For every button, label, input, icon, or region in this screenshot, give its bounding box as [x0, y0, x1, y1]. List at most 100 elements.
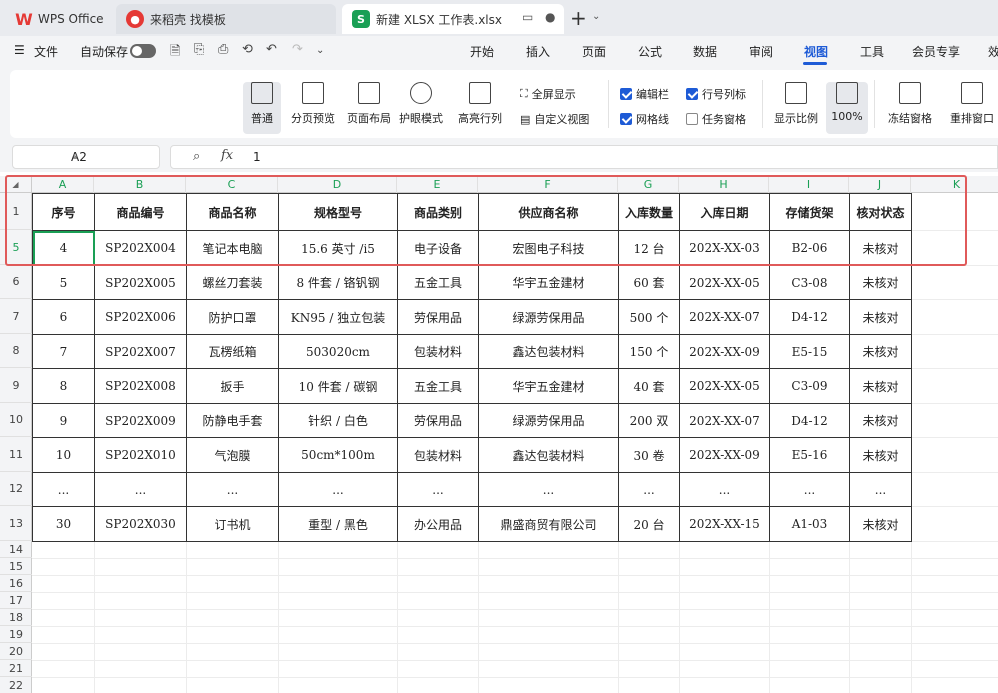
- table-cell[interactable]: SP202X006: [94, 299, 187, 335]
- row-header-8[interactable]: 8: [0, 334, 32, 368]
- table-cell[interactable]: 未核对: [849, 265, 912, 300]
- table-cell[interactable]: 202X-XX-09: [679, 334, 770, 369]
- row-header-11[interactable]: 11: [0, 437, 32, 472]
- row-header-6[interactable]: 6: [0, 265, 32, 299]
- table-cell[interactable]: 鑫达包装材料: [478, 437, 619, 473]
- table-cell[interactable]: 办公用品: [397, 506, 479, 542]
- zoom-ratio-button[interactable]: 显示比例: [772, 82, 820, 134]
- table-cell[interactable]: 瓦楞纸箱: [186, 334, 279, 369]
- table-cell[interactable]: D4-12: [769, 403, 850, 438]
- table-cell[interactable]: 8: [32, 368, 95, 404]
- gridlines-checkbox[interactable]: 网格线: [620, 111, 669, 127]
- table-cell[interactable]: ...: [679, 472, 770, 507]
- undo-icon[interactable]: ↶: [266, 42, 277, 57]
- menu-home[interactable]: 开始: [470, 43, 494, 60]
- table-cell[interactable]: 9: [32, 403, 95, 438]
- table-cell[interactable]: 防护口罩: [186, 299, 279, 335]
- quick-access-chevron-icon[interactable]: ⌄: [316, 45, 324, 56]
- table-cell[interactable]: 202X-XX-05: [679, 265, 770, 300]
- table-cell[interactable]: 10 件套 / 碳钢: [278, 368, 398, 404]
- table-cell[interactable]: ...: [32, 472, 95, 507]
- autosave-toggle[interactable]: [130, 44, 156, 58]
- table-cell[interactable]: 绿源劳保用品: [478, 403, 619, 438]
- table-cell[interactable]: 500 个: [618, 299, 680, 335]
- chevron-down-icon[interactable]: ⌄: [71, 149, 153, 160]
- table-cell[interactable]: ...: [278, 472, 398, 507]
- menu-view[interactable]: 视图: [804, 43, 828, 60]
- menu-file[interactable]: 文件: [34, 43, 58, 60]
- table-cell[interactable]: 未核对: [849, 403, 912, 438]
- table-cell[interactable]: 60 套: [618, 265, 680, 300]
- table-cell[interactable]: 5: [32, 265, 95, 300]
- table-cell[interactable]: SP202X010: [94, 437, 187, 473]
- tab-close-icon[interactable]: ●: [545, 10, 555, 24]
- table-cell[interactable]: 螺丝刀套装: [186, 265, 279, 300]
- redo-icon[interactable]: ↷: [292, 42, 303, 57]
- table-cell[interactable]: D4-12: [769, 299, 850, 335]
- table-cell[interactable]: 防静电手套: [186, 403, 279, 438]
- table-cell[interactable]: 150 个: [618, 334, 680, 369]
- table-cell[interactable]: 未核对: [849, 299, 912, 335]
- table-cell[interactable]: ...: [618, 472, 680, 507]
- table-cell[interactable]: SP202X009: [94, 403, 187, 438]
- table-cell[interactable]: 订书机: [186, 506, 279, 542]
- zoom-100-button[interactable]: 100%: [826, 82, 868, 134]
- table-cell[interactable]: 10: [32, 437, 95, 473]
- table-cell[interactable]: 未核对: [849, 506, 912, 542]
- row-header-17[interactable]: 17: [0, 592, 32, 609]
- table-cell[interactable]: 30 卷: [618, 437, 680, 473]
- tab-wps-office[interactable]: W WPS Office: [6, 4, 110, 34]
- table-cell[interactable]: 202X-XX-07: [679, 299, 770, 335]
- table-cell[interactable]: 五金工具: [397, 368, 479, 404]
- formula-input[interactable]: ⌕ fx 1: [170, 145, 998, 169]
- row-header-9[interactable]: 9: [0, 368, 32, 403]
- task-pane-checkbox[interactable]: 任务窗格: [686, 111, 746, 127]
- page-break-preview-button[interactable]: 分页预览: [290, 82, 336, 134]
- table-cell[interactable]: 6: [32, 299, 95, 335]
- table-cell[interactable]: 202X-XX-15: [679, 506, 770, 542]
- row-header-21[interactable]: 21: [0, 660, 32, 677]
- table-cell[interactable]: 202X-XX-09: [679, 437, 770, 473]
- table-cell[interactable]: ...: [186, 472, 279, 507]
- table-cell[interactable]: 503020cm: [278, 334, 398, 369]
- table-cell[interactable]: A1-03: [769, 506, 850, 542]
- table-cell[interactable]: SP202X005: [94, 265, 187, 300]
- table-cell[interactable]: 40 套: [618, 368, 680, 404]
- print-preview-icon[interactable]: ⟲: [242, 42, 253, 57]
- new-tab-plus-icon[interactable]: +: [570, 6, 587, 30]
- menu-insert[interactable]: 插入: [526, 43, 550, 60]
- table-cell[interactable]: 202X-XX-05: [679, 368, 770, 404]
- row-header-12[interactable]: 12: [0, 472, 32, 506]
- menu-review[interactable]: 审阅: [749, 43, 773, 60]
- fx-icon[interactable]: fx: [221, 148, 233, 163]
- row-header-15[interactable]: 15: [0, 558, 32, 575]
- table-cell[interactable]: 未核对: [849, 437, 912, 473]
- freeze-panes-button[interactable]: 冻结窗格: [882, 82, 938, 134]
- window-restore-icon[interactable]: ▭: [522, 10, 533, 24]
- rearrange-window-button[interactable]: 重排窗口: [946, 82, 998, 134]
- custom-view-button[interactable]: ▤ 自定义视图: [520, 111, 589, 127]
- menu-page[interactable]: 页面: [582, 43, 606, 60]
- normal-view-button[interactable]: 普通: [243, 82, 281, 134]
- table-cell[interactable]: C3-08: [769, 265, 850, 300]
- menu-data[interactable]: 数据: [693, 43, 717, 60]
- table-cell[interactable]: 华宇五金建材: [478, 265, 619, 300]
- tab-template[interactable]: ● 来稻壳 找模板: [116, 4, 336, 34]
- row-header-7[interactable]: 7: [0, 299, 32, 334]
- table-cell[interactable]: 鑫达包装材料: [478, 334, 619, 369]
- row-header-20[interactable]: 20: [0, 643, 32, 660]
- print-icon[interactable]: ⎙: [218, 42, 228, 57]
- row-header-19[interactable]: 19: [0, 626, 32, 643]
- table-cell[interactable]: 华宇五金建材: [478, 368, 619, 404]
- table-cell[interactable]: SP202X008: [94, 368, 187, 404]
- menu-formula[interactable]: 公式: [638, 43, 662, 60]
- row-header-18[interactable]: 18: [0, 609, 32, 626]
- table-cell[interactable]: ...: [94, 472, 187, 507]
- table-cell[interactable]: ...: [849, 472, 912, 507]
- table-cell[interactable]: 未核对: [849, 334, 912, 369]
- table-cell[interactable]: 包装材料: [397, 437, 479, 473]
- row-header-22[interactable]: 22: [0, 677, 32, 693]
- row-header-16[interactable]: 16: [0, 575, 32, 592]
- highlight-rowcol-button[interactable]: 高亮行列: [452, 82, 508, 134]
- table-cell[interactable]: SP202X007: [94, 334, 187, 369]
